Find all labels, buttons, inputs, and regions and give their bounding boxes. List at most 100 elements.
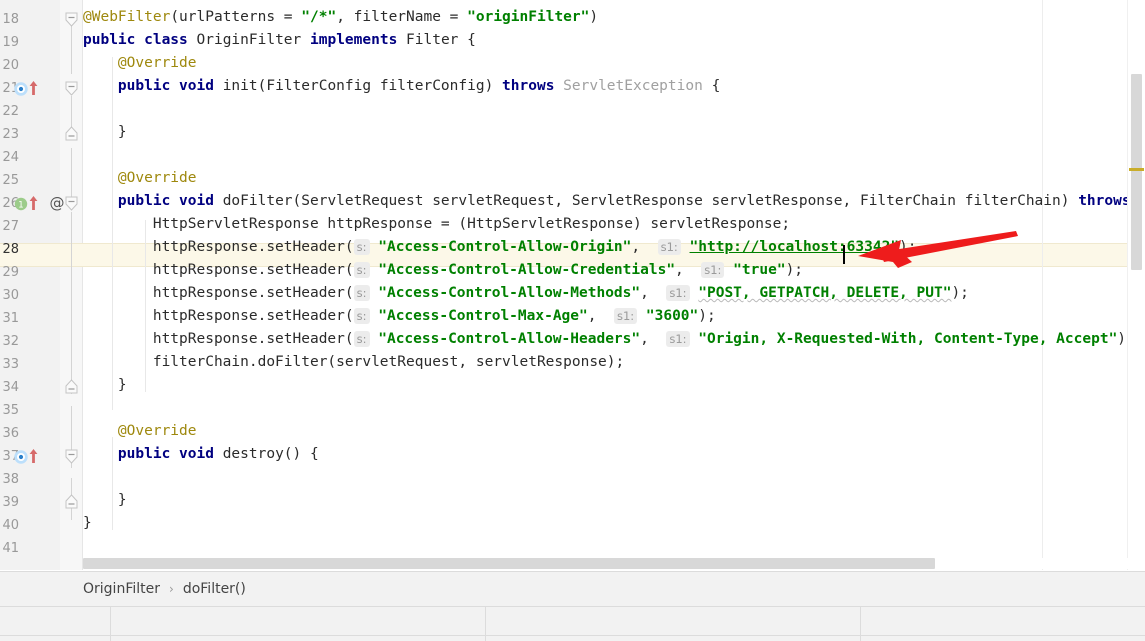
vertical-scrollbar-track[interactable] (1127, 0, 1145, 570)
code-token: } (83, 124, 127, 140)
code-line-text: } (83, 489, 127, 512)
code-line[interactable]: filterChain.doFilter(servletRequest, ser… (0, 351, 1145, 374)
code-token: "Origin, X-Requested-With, Content-Type,… (698, 331, 1118, 347)
code-token: OriginFilter (196, 32, 310, 48)
panel-column-divider (110, 606, 111, 641)
text-caret (843, 245, 845, 264)
code-token: @Override (83, 170, 197, 186)
code-token: } (83, 492, 127, 508)
code-token: public void (117, 78, 223, 94)
code-token: ); (951, 285, 969, 301)
code-line-text: } (83, 121, 127, 144)
horizontal-scrollbar-thumb[interactable] (83, 558, 935, 569)
code-line[interactable]: } (0, 374, 1145, 397)
code-line[interactable] (0, 98, 1145, 121)
panel-column-divider (860, 606, 861, 641)
code-token: public void (117, 193, 223, 209)
code-line-text: public void destroy() { (83, 443, 319, 466)
code-token: ); (899, 239, 917, 255)
code-token: filterChain.doFilter(servletRequest, ser… (83, 354, 625, 370)
vertical-scrollbar-thumb[interactable] (1131, 74, 1142, 270)
code-token: httpResponse.setHeader( (83, 262, 354, 278)
horizontal-scrollbar-track[interactable] (83, 558, 1128, 569)
code-token: ); (785, 262, 804, 278)
ide-editor-window: 18 19 20 21 22 23 24 25 26 27 28 29 30 31 32 33 34 35 36 37… (0, 0, 1145, 641)
code-line-text: } (83, 512, 92, 535)
code-line[interactable]: public void init(FilterConfig filterConf… (0, 75, 1145, 98)
warning-marker[interactable] (1129, 168, 1144, 171)
code-token: , (587, 308, 614, 324)
code-line-text: @Override (83, 52, 197, 75)
code-line[interactable]: httpResponse.setHeader(s: "Access-Contro… (0, 259, 1145, 282)
breadcrumb-item-2[interactable]: doFilter() (183, 572, 246, 606)
code-token: httpResponse.setHeader( (83, 285, 354, 301)
code-line-text: httpResponse.setHeader(s: "Access-Contro… (83, 282, 969, 305)
breadcrumb-item-1[interactable]: OriginFilter (83, 572, 160, 606)
code-token: httpResponse.setHeader( (83, 331, 354, 347)
code-editor[interactable]: 18 19 20 21 22 23 24 25 26 27 28 29 30 31 32 33 34 35 36 37… (0, 0, 1145, 570)
code-line[interactable]: httpResponse.setHeader(s: "Access-Contro… (0, 236, 1145, 259)
code-line[interactable]: @Override (0, 420, 1145, 443)
parameter-hint: s: (353, 285, 370, 301)
code-token: HttpServletResponse httpResponse = (Http… (83, 216, 791, 232)
code-line[interactable]: public void destroy() { (0, 443, 1145, 466)
code-line[interactable] (0, 466, 1145, 489)
code-token: ServletException (563, 78, 703, 94)
code-token: (urlPatterns = (170, 9, 302, 25)
code-token: ) (589, 9, 599, 25)
code-token: } (83, 515, 92, 531)
code-line[interactable]: @Override (0, 52, 1145, 75)
code-lines-container[interactable]: @WebFilter(urlPatterns = "/*", filterNam… (0, 0, 1145, 570)
code-token: @Override (83, 55, 197, 71)
code-line-text: public void init(FilterConfig filterConf… (83, 75, 720, 98)
code-token: httpResponse.setHeader( (83, 239, 354, 255)
code-line-text: @WebFilter(urlPatterns = "/*", filterNam… (83, 6, 598, 29)
code-line-text: public void doFilter(ServletRequest serv… (83, 190, 1145, 213)
breadcrumb-bar: OriginFilter › doFilter() (0, 571, 1145, 607)
parameter-hint: s1: (657, 239, 681, 255)
panel-divider-top (0, 606, 1145, 607)
code-line[interactable]: } (0, 121, 1145, 144)
code-token: public class (83, 32, 197, 48)
code-token: "originFilter" (467, 9, 590, 25)
code-line[interactable]: httpResponse.setHeader(s: "Access-Contro… (0, 328, 1145, 351)
code-token: Filter { (406, 32, 476, 48)
code-line-text: httpResponse.setHeader(s: "Access-Contro… (83, 328, 1135, 351)
code-line[interactable]: @WebFilter(urlPatterns = "/*", filterNam… (0, 6, 1145, 29)
code-line[interactable] (0, 535, 1145, 558)
code-line[interactable]: public class OriginFilter implements Fil… (0, 29, 1145, 52)
parameter-hint: s: (353, 262, 370, 278)
panel-divider-bottom (0, 635, 1145, 636)
bottom-tool-panel (0, 606, 1145, 641)
code-token: "3600" (645, 308, 699, 324)
parameter-hint: s1: (666, 331, 690, 347)
code-token: doFilter(ServletRequest servletRequest, … (222, 193, 1079, 209)
parameter-hint: s: (353, 331, 370, 347)
code-token: httpResponse.setHeader( (83, 308, 354, 324)
code-line[interactable]: httpResponse.setHeader(s: "Access-Contro… (0, 305, 1145, 328)
code-token: ); (698, 308, 716, 324)
code-token: "Access-Control-Max-Age" (378, 308, 588, 324)
code-line[interactable]: public void doFilter(ServletRequest serv… (0, 190, 1145, 213)
parameter-hint: s: (353, 308, 370, 324)
code-token: , filterName = (336, 9, 468, 25)
breadcrumb[interactable]: OriginFilter › doFilter() (83, 572, 246, 606)
parameter-hint: s1: (701, 262, 725, 278)
code-token: init(FilterConfig filterConfig) (222, 78, 503, 94)
code-line[interactable]: } (0, 512, 1145, 535)
code-token: @Override (83, 423, 197, 439)
code-line[interactable] (0, 397, 1145, 420)
code-line[interactable] (0, 144, 1145, 167)
code-line[interactable]: } (0, 489, 1145, 512)
code-token: throws (502, 78, 564, 94)
code-line-text: public class OriginFilter implements Fil… (83, 29, 476, 52)
parameter-hint: s1: (666, 285, 690, 301)
code-line[interactable]: HttpServletResponse httpResponse = (Http… (0, 213, 1145, 236)
code-line[interactable]: @Override (0, 167, 1145, 190)
code-line[interactable]: httpResponse.setHeader(s: "Access-Contro… (0, 282, 1145, 305)
code-line-text: @Override (83, 167, 197, 190)
code-token: } (83, 377, 127, 393)
